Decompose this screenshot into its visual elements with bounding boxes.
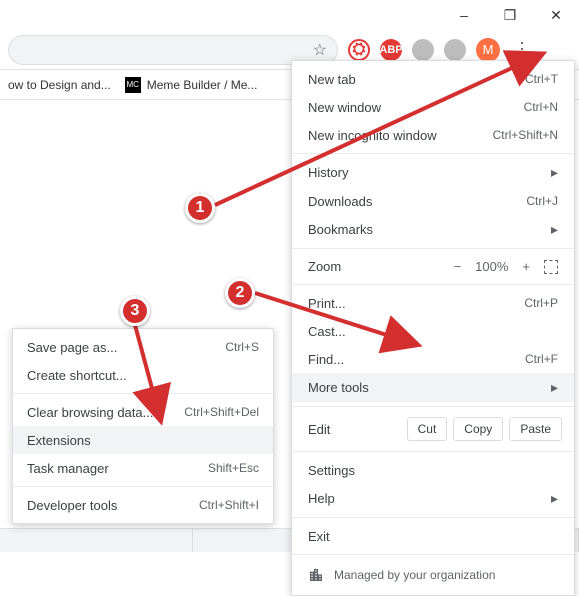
annotation-badge-2: 2	[225, 278, 255, 308]
menu-exit-label: Exit	[308, 529, 558, 544]
menu-find-shortcut: Ctrl+F	[525, 352, 558, 366]
menu-incognito[interactable]: New incognito windowCtrl+Shift+N	[292, 121, 574, 149]
submenu-arrow-icon: ▸	[551, 379, 558, 396]
abp-icon[interactable]: ABP	[380, 39, 402, 61]
separator	[292, 451, 574, 452]
bookmark-1-label: ow to Design and...	[8, 78, 111, 92]
menu-cast[interactable]: Cast...	[292, 317, 574, 345]
submenu-save-shortcut: Ctrl+S	[225, 340, 259, 354]
menu-new-window-shortcut: Ctrl+N	[524, 100, 558, 114]
bookmark-star-icon[interactable]: ☆	[313, 40, 327, 60]
profile-avatar[interactable]: M	[476, 38, 500, 62]
submenu-arrow-icon: ▸	[551, 221, 558, 238]
separator	[292, 284, 574, 285]
submenu-task-label: Task manager	[27, 461, 208, 476]
submenu-extensions[interactable]: Extensions	[13, 426, 273, 454]
submenu-clear-label: Clear browsing data...	[27, 405, 184, 420]
submenu-shortcut-label: Create shortcut...	[27, 368, 259, 383]
menu-edit-label: Edit	[304, 422, 401, 437]
more-tools-submenu: Save page as...Ctrl+S Create shortcut...…	[12, 328, 274, 524]
menu-print-shortcut: Ctrl+P	[524, 296, 558, 310]
separator	[13, 393, 273, 394]
menu-find-label: Find...	[308, 352, 525, 367]
menu-find[interactable]: Find...Ctrl+F	[292, 345, 574, 373]
menu-downloads[interactable]: DownloadsCtrl+J	[292, 187, 574, 215]
menu-help[interactable]: Help▸	[292, 484, 574, 513]
managed-notice[interactable]: Managed by your organization	[292, 559, 574, 591]
menu-settings[interactable]: Settings	[292, 456, 574, 484]
menu-more-tools[interactable]: More tools▸	[292, 373, 574, 402]
close-button[interactable]: ✕	[533, 0, 579, 30]
submenu-task-manager[interactable]: Task managerShift+Esc	[13, 454, 273, 482]
annotation-badge-3: 3	[120, 296, 150, 326]
menu-kebab-icon[interactable]: ⋮	[510, 39, 534, 60]
submenu-task-shortcut: Shift+Esc	[208, 461, 259, 475]
minimize-button[interactable]: –	[441, 0, 487, 30]
submenu-clear-data[interactable]: Clear browsing data...Ctrl+Shift+Del	[13, 398, 273, 426]
separator	[292, 248, 574, 249]
menu-print-label: Print...	[308, 296, 524, 311]
menu-history-label: History	[308, 165, 551, 180]
submenu-arrow-icon: ▸	[551, 164, 558, 181]
extension-icon-4[interactable]	[444, 39, 466, 61]
menu-zoom-label: Zoom	[308, 259, 442, 274]
menu-zoom: Zoom − 100% +	[292, 253, 574, 280]
annotation-badge-1: 1	[185, 193, 215, 223]
menu-new-window[interactable]: New windowCtrl+N	[292, 93, 574, 121]
menu-help-label: Help	[308, 491, 551, 506]
cut-button[interactable]: Cut	[407, 417, 448, 441]
ublock-icon[interactable]: ⛭	[348, 39, 370, 61]
menu-new-tab-shortcut: Ctrl+T	[525, 72, 558, 86]
submenu-save-label: Save page as...	[27, 340, 225, 355]
window-controls: – ❐ ✕	[441, 0, 579, 30]
submenu-extensions-label: Extensions	[27, 433, 259, 448]
menu-more-tools-label: More tools	[308, 380, 551, 395]
bookmark-2-favicon: MC	[125, 77, 141, 93]
submenu-arrow-icon: ▸	[551, 490, 558, 507]
menu-downloads-shortcut: Ctrl+J	[526, 194, 558, 208]
address-bar[interactable]: ☆	[8, 35, 338, 65]
extension-icon-3[interactable]	[412, 39, 434, 61]
separator	[292, 406, 574, 407]
paste-button[interactable]: Paste	[509, 417, 562, 441]
menu-print[interactable]: Print...Ctrl+P	[292, 289, 574, 317]
menu-new-tab[interactable]: New tabCtrl+T	[292, 65, 574, 93]
zoom-value: 100%	[475, 259, 508, 274]
submenu-save-page[interactable]: Save page as...Ctrl+S	[13, 333, 273, 361]
extension-icons: ⛭ ABP M ⋮	[348, 38, 534, 62]
fullscreen-icon[interactable]	[544, 260, 558, 274]
menu-downloads-label: Downloads	[308, 194, 526, 209]
menu-new-window-label: New window	[308, 100, 524, 115]
menu-history[interactable]: History▸	[292, 158, 574, 187]
bookmark-2-label: Meme Builder / Me...	[147, 78, 258, 92]
submenu-developer-tools[interactable]: Developer toolsCtrl+Shift+I	[13, 491, 273, 519]
separator	[13, 486, 273, 487]
menu-bookmarks[interactable]: Bookmarks▸	[292, 215, 574, 244]
separator	[292, 517, 574, 518]
building-icon	[308, 567, 324, 583]
maximize-button[interactable]: ❐	[487, 0, 533, 30]
bookmark-2[interactable]: MC Meme Builder / Me...	[125, 77, 258, 93]
managed-notice-label: Managed by your organization	[334, 568, 495, 582]
menu-bookmarks-label: Bookmarks	[308, 222, 551, 237]
menu-edit: Edit Cut Copy Paste	[292, 411, 574, 447]
menu-exit[interactable]: Exit	[292, 522, 574, 550]
copy-button[interactable]: Copy	[453, 417, 503, 441]
submenu-clear-shortcut: Ctrl+Shift+Del	[184, 405, 259, 419]
submenu-create-shortcut[interactable]: Create shortcut...	[13, 361, 273, 389]
menu-settings-label: Settings	[308, 463, 558, 478]
menu-incognito-label: New incognito window	[308, 128, 493, 143]
chrome-menu: New tabCtrl+T New windowCtrl+N New incog…	[291, 60, 575, 596]
submenu-dev-label: Developer tools	[27, 498, 199, 513]
zoom-in-button[interactable]: +	[522, 259, 530, 274]
menu-incognito-shortcut: Ctrl+Shift+N	[493, 128, 558, 142]
menu-new-tab-label: New tab	[308, 72, 525, 87]
zoom-out-button[interactable]: −	[454, 259, 462, 274]
submenu-dev-shortcut: Ctrl+Shift+I	[199, 498, 259, 512]
separator	[292, 153, 574, 154]
separator	[292, 554, 574, 555]
menu-cast-label: Cast...	[308, 324, 558, 339]
bookmark-1[interactable]: ow to Design and...	[8, 78, 111, 92]
